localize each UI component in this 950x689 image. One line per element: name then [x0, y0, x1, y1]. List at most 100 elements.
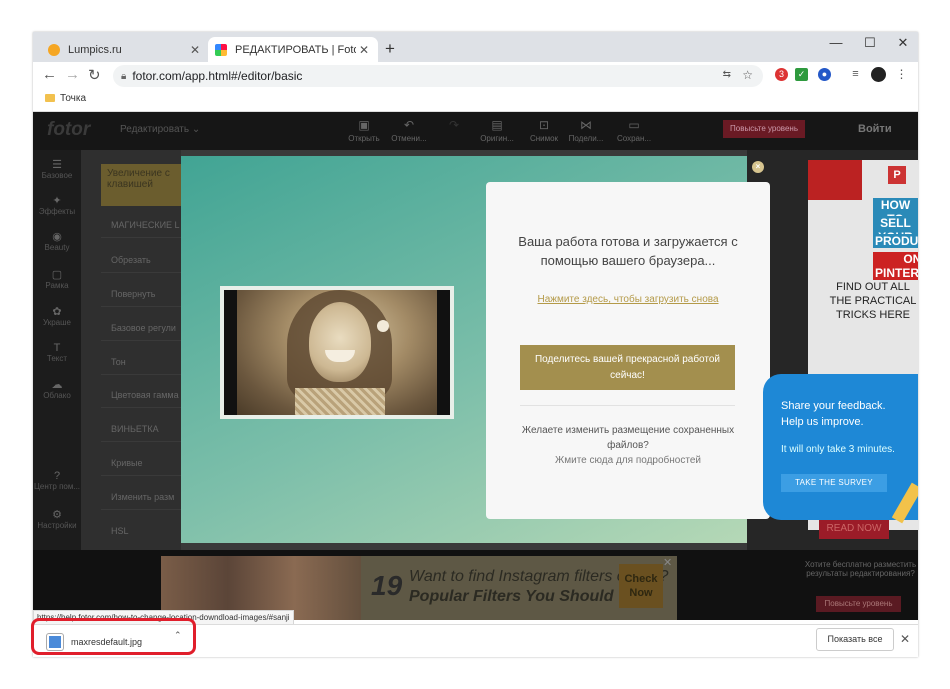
promo-upgrade-button[interactable]: Повысьте уровень [816, 596, 901, 612]
tool-share[interactable]: ⋈ Подели... [565, 118, 607, 143]
close-window-icon[interactable]: ✕ [888, 35, 918, 51]
panel-item[interactable]: МАГИЧЕСКИЕ L [111, 220, 180, 230]
details-link[interactable]: Жмите сюда для подробностей [486, 455, 770, 466]
photo-preview [220, 286, 454, 419]
right-bottom-promo: Хотите бесплатно разместить результаты р… [804, 560, 917, 578]
panel-item[interactable]: Обрезать [111, 255, 151, 265]
show-all-button[interactable]: Показать все [816, 628, 894, 651]
save-icon: ▭ [628, 118, 640, 132]
tool-open[interactable]: ▣ Открыть [343, 118, 385, 143]
panel-item[interactable]: Кривые [111, 458, 143, 468]
avatar[interactable] [871, 67, 886, 82]
lumpics-favicon-icon [48, 43, 60, 56]
fotor-logo[interactable]: fotor [47, 119, 90, 141]
nav-effects[interactable]: ✦ Эффекты [33, 194, 81, 216]
tab-close-icon[interactable]: ✕ [356, 43, 372, 57]
take-survey-button[interactable]: TAKE THE SURVEY [781, 474, 887, 492]
divider [101, 509, 181, 510]
open-icon: ▣ [358, 118, 370, 132]
panel-item[interactable]: Базовое регули [111, 323, 176, 333]
dialog-title: Ваша работа готова и загружается с помощ… [518, 234, 738, 268]
tab-fotor[interactable]: РЕДАКТИРОВАТЬ | Fotor ✕ [208, 37, 378, 62]
undo-icon: ↶ [403, 118, 415, 132]
panel-item[interactable]: Тон [111, 357, 126, 367]
back-icon[interactable]: ← [42, 66, 57, 83]
translate-icon[interactable]: ⇆ [723, 69, 731, 80]
read-now-button[interactable]: READ NOW [819, 519, 889, 539]
divider [101, 272, 181, 273]
upgrade-button[interactable]: Повысьте уровень [723, 120, 805, 138]
tab-title: РЕДАКТИРОВАТЬ | Fotor [235, 43, 356, 56]
nav-settings[interactable]: ⚙ Настройки [33, 508, 81, 530]
redo-icon: ↷ [448, 118, 460, 132]
panel-header[interactable]: Увеличение с клавишей [101, 164, 181, 206]
pinterest-icon: P [888, 166, 906, 184]
divider [101, 407, 181, 408]
image-icon: ▤ [491, 118, 503, 132]
sliders-icon: ☰ [52, 159, 62, 171]
forward-icon[interactable]: → [65, 66, 80, 83]
extension-globe-icon[interactable]: ● [818, 68, 831, 81]
adjust-panel: Увеличение с клавишей МАГИЧЕСКИЕ L Обрез… [81, 150, 181, 550]
survey-subtext: It will only take 3 minutes. [781, 444, 895, 455]
divider [101, 475, 181, 476]
ad-line2: Popular Filters You Should Try [409, 588, 643, 605]
divider [101, 441, 181, 442]
divider [101, 237, 181, 238]
reload-download-link[interactable]: Нажмите здесь, чтобы загрузить снова [486, 294, 770, 305]
extension-list-icon[interactable]: ≡ [849, 68, 862, 81]
divider [101, 374, 181, 375]
panel-item[interactable]: ВИНЬЕТКА [111, 424, 159, 434]
tool-original[interactable]: ▤ Оригин... [476, 118, 518, 143]
panel-item[interactable]: HSL [111, 526, 129, 536]
nav-beauty[interactable]: ◉ Beauty [33, 230, 81, 252]
lock-icon: 🔒︎ [121, 70, 127, 82]
tool-save[interactable]: ▭ Сохран... [613, 118, 655, 143]
nav-basic[interactable]: ☰ Базовое [33, 158, 81, 180]
ad-number: 19 [371, 570, 403, 601]
check-now-button[interactable]: Check Now [619, 564, 663, 608]
snapshot-icon: ⊡ [538, 118, 550, 132]
tool-snapshot[interactable]: ⊡ Снимок [523, 118, 565, 143]
divider [101, 306, 181, 307]
nav-cloud[interactable]: ☁ Облако [33, 378, 81, 400]
maximize-icon[interactable]: ☐ [855, 35, 885, 51]
nav-decor[interactable]: ✿ Украше [33, 305, 81, 327]
effects-icon: ✦ [52, 195, 62, 207]
extension-opera-icon[interactable]: 3 [775, 68, 788, 81]
save-modal: Ваша работа готова и загружается с помощ… [181, 156, 770, 543]
panel-item[interactable]: Цветовая гамма [111, 390, 179, 400]
reload-icon[interactable]: ↻ [88, 66, 101, 84]
modal-close-icon[interactable]: × [752, 161, 764, 173]
cloud-icon: ☁ [51, 379, 63, 391]
tool-undo[interactable]: ↶ Отмени... [388, 118, 430, 143]
ad-close-icon[interactable]: ✕ [663, 556, 672, 569]
frame-icon: ▢ [51, 269, 63, 281]
close-downloads-icon[interactable]: ✕ [900, 632, 910, 646]
url-text: fotor.com/app.html#/editor/basic [132, 69, 303, 83]
girl-photo [237, 290, 437, 415]
share-button[interactable]: Поделитесь вашей прекрасной работой сейч… [520, 345, 735, 390]
browser-toolbar: ← → ↻ 🔒︎ fotor.com/app.html#/editor/basi… [33, 62, 918, 89]
panel-item[interactable]: Повернуть [111, 289, 155, 299]
page-viewport: fotor Редактировать ⌄ ▣ Открыть ↶ Отмени..… [33, 112, 918, 620]
menu-dots-icon[interactable]: ⋮ [895, 68, 908, 81]
share-icon: ⋈ [580, 118, 592, 132]
nav-frame[interactable]: ▢ Рамка [33, 268, 81, 290]
panel-item[interactable]: Изменить разм [111, 492, 174, 502]
nav-help[interactable]: ? Центр пом... [33, 470, 81, 491]
nav-text[interactable]: T Текст [33, 342, 81, 363]
minimize-icon[interactable]: — [821, 35, 851, 50]
tab-strip: Lumpics.ru ✕ РЕДАКТИРОВАТЬ | Fotor ✕ + —… [33, 32, 918, 62]
tool-redo[interactable]: ↷ [433, 118, 475, 134]
address-bar[interactable]: 🔒︎ fotor.com/app.html#/editor/basic ⇆ ☆ [113, 65, 763, 87]
bookmark-star-icon[interactable]: ☆ [742, 68, 753, 82]
new-tab-button[interactable]: + [385, 39, 395, 59]
tab-close-icon[interactable]: ✕ [187, 43, 203, 57]
edit-menu[interactable]: Редактировать ⌄ [120, 124, 200, 135]
tab-lumpics[interactable]: Lumpics.ru ✕ [41, 37, 209, 62]
login-button[interactable]: Войти [858, 123, 892, 135]
bookmark-tochka[interactable]: Точка [60, 93, 86, 104]
extension-check-icon[interactable]: ✓ [795, 68, 808, 81]
ad-subtext: FIND OUT ALL THE PRACTICAL TRICKS HERE [829, 281, 917, 321]
